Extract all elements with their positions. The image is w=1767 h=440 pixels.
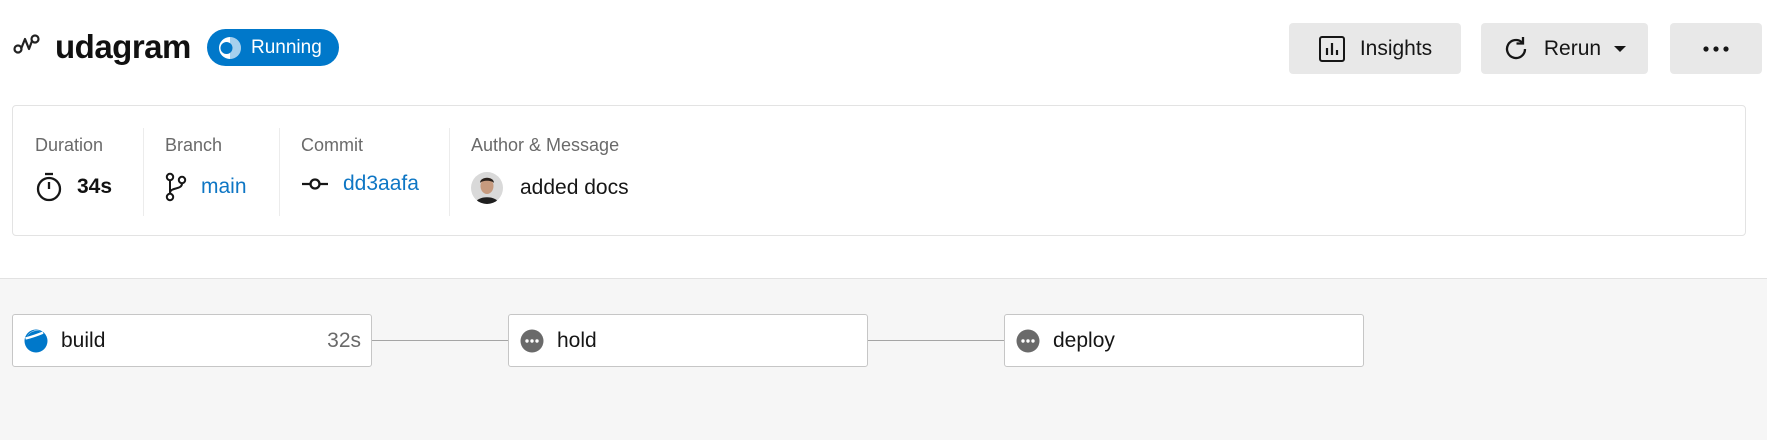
- job-name: deploy: [1053, 328, 1115, 352]
- branch-section: Branch main: [143, 106, 279, 235]
- commit-link[interactable]: dd3aafa: [343, 172, 419, 196]
- status-text: Running: [251, 36, 322, 58]
- job-duration: 32s: [327, 328, 361, 352]
- pending-icon: [520, 329, 544, 352]
- rerun-icon: [1505, 36, 1527, 59]
- rerun-label: Rerun: [1543, 36, 1602, 60]
- commit-label: Commit: [301, 135, 363, 155]
- branch-link[interactable]: main: [201, 175, 247, 199]
- job-name: hold: [557, 328, 597, 352]
- author-section: Author & Message added docs: [449, 106, 749, 235]
- job-deploy[interactable]: deploy: [1004, 314, 1364, 367]
- insights-label: Insights: [1359, 36, 1433, 60]
- commit-icon: [302, 178, 328, 190]
- job-connector: [868, 340, 1005, 341]
- status-badge: Running: [207, 29, 339, 66]
- branch-icon: [165, 172, 187, 202]
- duration-label: Duration: [35, 135, 104, 155]
- page-header: udagram Running Insights Rerun: [0, 0, 1767, 96]
- more-horizontal-icon: [1703, 45, 1729, 52]
- chevron-down-icon: [1614, 45, 1627, 52]
- avatar[interactable]: [471, 172, 503, 204]
- commit-section: Commit dd3aafa: [279, 106, 449, 235]
- pending-icon: [1016, 329, 1040, 352]
- author-value-row: added docs: [471, 172, 629, 204]
- running-icon: [24, 329, 48, 352]
- insights-button[interactable]: Insights: [1289, 23, 1461, 74]
- stopwatch-icon: [36, 172, 62, 202]
- workflow-graph: build 32s hold deploy: [0, 278, 1767, 440]
- insights-icon: [1318, 35, 1345, 62]
- branch-value-row: main: [165, 172, 247, 202]
- commit-value-row: dd3aafa: [301, 172, 419, 196]
- job-connector: [372, 340, 509, 341]
- rerun-button[interactable]: Rerun: [1481, 23, 1648, 74]
- commit-message: added docs: [520, 176, 629, 199]
- branch-label: Branch: [165, 135, 223, 155]
- duration-value: 34s: [77, 175, 113, 198]
- workflow-icon: [13, 34, 40, 54]
- job-name: build: [61, 328, 106, 352]
- job-hold[interactable]: hold: [508, 314, 868, 367]
- more-options-button[interactable]: [1670, 23, 1762, 74]
- running-icon: [219, 36, 241, 59]
- job-build[interactable]: build 32s: [12, 314, 372, 367]
- duration-section: Duration 34s: [13, 106, 143, 235]
- pipeline-info-card: Duration 34s Branch main Commit dd3aafa …: [12, 105, 1746, 236]
- author-label: Author & Message: [471, 135, 620, 155]
- project-title: udagram: [55, 28, 191, 65]
- duration-value-row: 34s: [35, 172, 112, 202]
